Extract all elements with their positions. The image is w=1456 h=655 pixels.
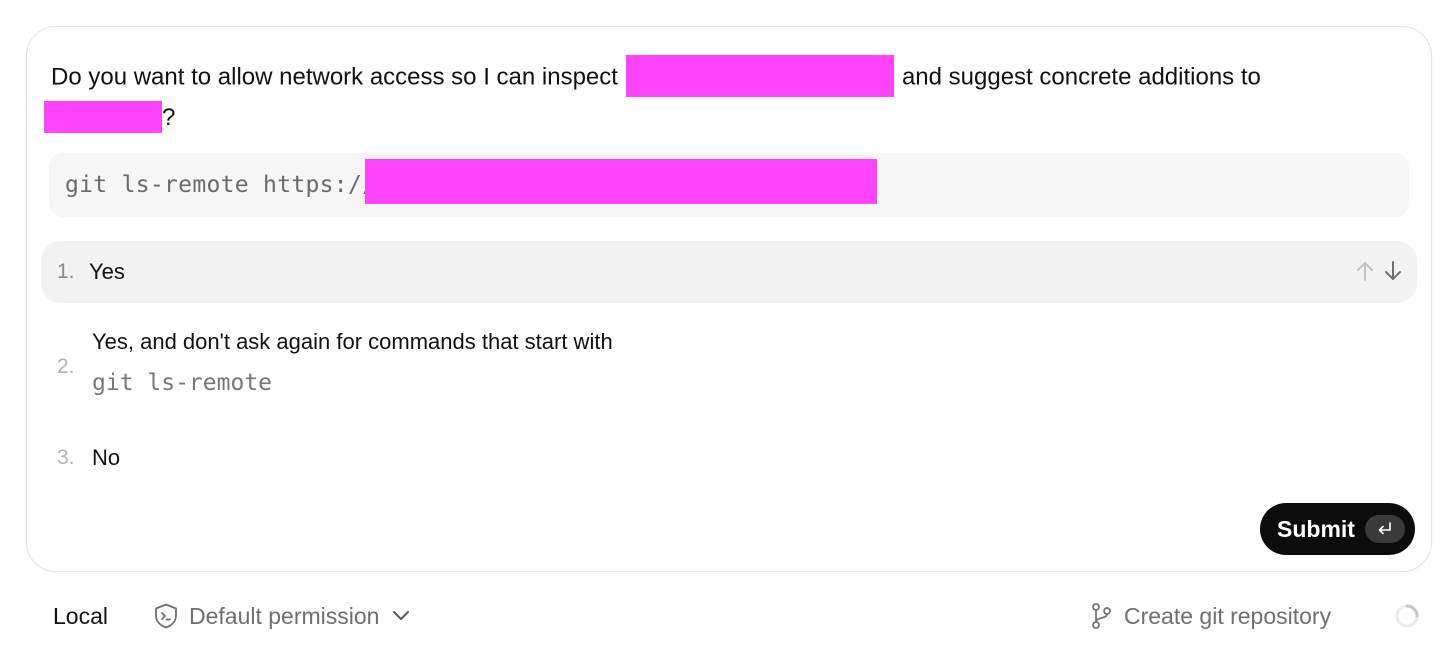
option-navigation [1355, 259, 1403, 283]
option-yes-dont-ask-again[interactable]: 2. Yes, and don't ask again for commands… [41, 317, 1417, 413]
question-text-middle: and suggest concrete additions to [901, 63, 1261, 91]
return-key-icon [1365, 515, 1405, 543]
option-number: 2. [57, 355, 75, 378]
create-git-repo-button[interactable]: Create git repository [1089, 598, 1331, 634]
arrow-down-icon[interactable] [1383, 259, 1403, 283]
redacted-url [365, 159, 877, 204]
command-text: git ls-remote https:// [65, 172, 377, 198]
permission-question: Do you want to allow network access so I… [44, 55, 1391, 136]
option-command: git ls-remote [92, 370, 273, 396]
option-number: 3. [57, 446, 75, 469]
option-label: Yes, and don't ask again for commands th… [92, 329, 613, 354]
shield-terminal-icon [155, 603, 177, 629]
command-preview: git ls-remote https:// [49, 153, 1409, 217]
permission-label: Default permission [189, 602, 380, 629]
permission-dialog: Do you want to allow network access so I… [26, 26, 1432, 572]
arrow-up-icon[interactable] [1355, 259, 1375, 283]
submit-label: Submit [1277, 515, 1355, 542]
chevron-down-icon [393, 611, 410, 620]
git-branch-icon [1092, 603, 1111, 629]
question-text-start: Do you want to allow network access so I… [51, 63, 618, 91]
option-number: 1. [57, 260, 75, 283]
submit-button[interactable]: Submit [1260, 503, 1415, 555]
environment-selector[interactable]: Local [53, 598, 108, 634]
redacted-block [625, 55, 894, 97]
environment-label: Local [53, 602, 108, 629]
question-text-end: ? [162, 104, 176, 131]
footer-bar: Local Default permission Create git repo… [0, 598, 1456, 638]
option-no[interactable]: 3. No [41, 433, 1417, 483]
option-label: Yes [89, 259, 125, 284]
spinner-icon [1394, 598, 1420, 634]
redacted-block [44, 100, 162, 133]
git-action-label: Create git repository [1124, 602, 1332, 629]
permission-selector[interactable]: Default permission [153, 598, 411, 634]
option-label: No [92, 445, 121, 470]
option-yes[interactable]: 1. Yes [41, 241, 1417, 303]
